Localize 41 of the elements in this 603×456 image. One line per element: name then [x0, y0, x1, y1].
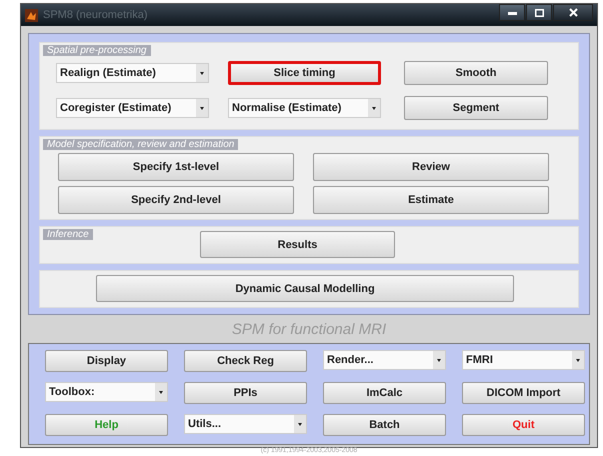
button[interactable]: DICOM Import [462, 382, 585, 404]
button[interactable]: Display [45, 350, 168, 372]
dropdown[interactable]: Render... [323, 350, 446, 370]
dropdown-value: Utils... [188, 418, 222, 430]
button[interactable]: Segment [404, 96, 548, 120]
dropdown-value: Render... [327, 354, 374, 366]
dropdown[interactable]: Toolbox: [45, 382, 168, 402]
button[interactable]: Slice timing [228, 61, 381, 85]
button[interactable]: Dynamic Causal Modelling [96, 275, 514, 302]
button[interactable]: Estimate [313, 186, 549, 214]
button[interactable]: Specify 1st-level [58, 153, 294, 181]
section-title: Model specification, review and estimation [43, 139, 238, 150]
dropdown-value: Toolbox: [49, 386, 96, 398]
dropdown-value: Realign (Estimate) [60, 67, 157, 79]
dropdown[interactable]: Utils... [184, 414, 307, 434]
section-title: Spatial pre-processing [43, 45, 150, 56]
button[interactable]: Batch [323, 414, 446, 436]
button[interactable]: Review [313, 153, 549, 181]
minimize-button[interactable] [499, 4, 525, 21]
dropdown[interactable]: FMRI [462, 350, 585, 370]
dropdown[interactable]: Realign (Estimate) [56, 63, 209, 83]
dropdown[interactable]: Coregister (Estimate) [56, 98, 209, 118]
window-title: SPM8 (neurometrika) [43, 9, 149, 21]
dropdown[interactable]: Normalise (Estimate) [228, 98, 381, 118]
button[interactable]: PPIs [184, 382, 307, 404]
close-icon [568, 8, 578, 17]
subtitle: SPM for functional MRI [230, 320, 388, 340]
dropdown-value: FMRI [466, 354, 494, 366]
button[interactable]: Check Reg [184, 350, 307, 372]
section-title: Inference [43, 229, 93, 240]
button[interactable]: Smooth [404, 61, 548, 85]
minimize-icon [508, 10, 516, 14]
dropdown-value: Coregister (Estimate) [60, 102, 172, 114]
dropdown-value: Normalise (Estimate) [232, 102, 342, 114]
close-button[interactable] [553, 4, 593, 21]
maximize-icon [534, 8, 544, 16]
button[interactable]: Results [200, 231, 395, 258]
maximize-button[interactable] [526, 4, 552, 21]
button[interactable]: Specify 2nd-level [58, 186, 294, 214]
button[interactable]: ImCalc [323, 382, 446, 404]
app-icon [25, 8, 38, 22]
